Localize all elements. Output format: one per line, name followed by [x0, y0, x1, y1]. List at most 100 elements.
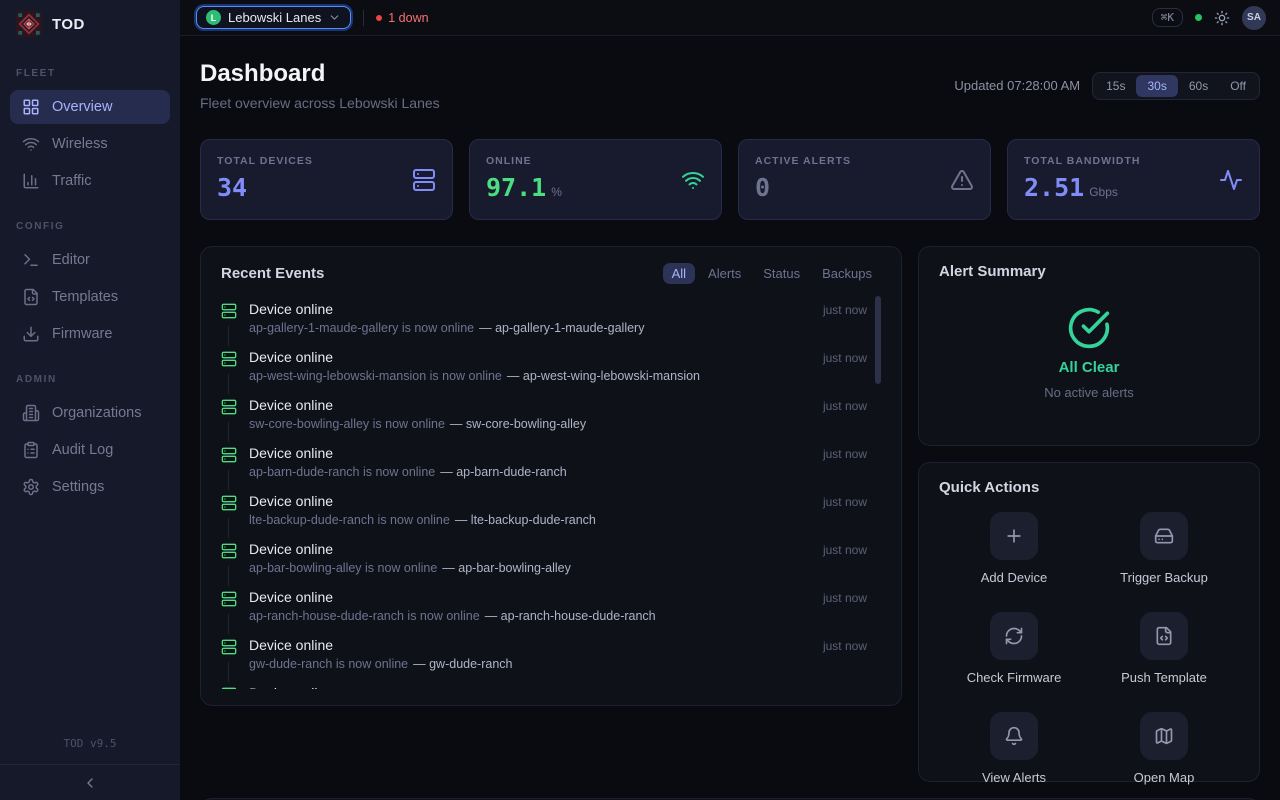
bandwidth-value: 2.51: [1024, 173, 1084, 202]
stat-cards: TOTAL DEVICES 34 ONLINE 97.1 % ACTIVE AL…: [200, 139, 1260, 220]
nav-section-admin: ADMIN: [0, 354, 180, 393]
events-scrollbar-thumb[interactable]: [875, 296, 881, 384]
event-row: Device onlinejust now ap-bar-bowling-all…: [221, 534, 881, 582]
event-row: Device onlinejust now ap-west-wing-lebow…: [221, 342, 881, 390]
event-row: Device onlinejust now ap-barn-dude-ranch…: [221, 438, 881, 486]
sidebar-item-editor[interactable]: Editor: [10, 243, 170, 277]
nav-section-config: CONFIG: [0, 201, 180, 240]
interval-30s-button[interactable]: 30s: [1136, 75, 1177, 97]
file-code-icon: [1154, 626, 1174, 646]
server-icon: [221, 351, 237, 367]
server-icon: [221, 687, 237, 689]
interval-60s-button[interactable]: 60s: [1178, 75, 1219, 97]
event-row: Device onlinejust now: [221, 678, 881, 689]
alert-triangle-icon: [950, 168, 974, 192]
event-row: Device onlinejust now lte-backup-dude-ra…: [221, 486, 881, 534]
server-icon: [221, 399, 237, 415]
online-value: 97.1: [486, 173, 546, 202]
page-title: Dashboard: [200, 60, 440, 88]
org-initial-badge: L: [206, 10, 221, 25]
sidebar: TOD FLEET Overview Wireless Traffic CONF…: [0, 0, 180, 800]
grid-icon: [22, 98, 40, 116]
sidebar-item-organizations[interactable]: Organizations: [10, 396, 170, 430]
theme-toggle-sun-icon[interactable]: [1214, 10, 1230, 26]
check-firmware-button[interactable]: Check Firmware: [939, 612, 1089, 685]
terminal-icon: [22, 251, 40, 269]
tab-alerts[interactable]: Alerts: [699, 263, 750, 284]
sidebar-item-traffic[interactable]: Traffic: [10, 164, 170, 198]
event-row: Device onlinejust now sw-core-bowling-al…: [221, 390, 881, 438]
nav-section-fleet: FLEET: [0, 48, 180, 87]
stat-active-alerts: ACTIVE ALERTS 0: [738, 139, 991, 220]
sidebar-nav: FLEET Overview Wireless Traffic CONFIG E…: [0, 48, 180, 719]
connection-status-dot: [1195, 14, 1202, 21]
plus-icon: [1004, 526, 1024, 546]
interval-15s-button[interactable]: 15s: [1095, 75, 1136, 97]
view-alerts-button[interactable]: View Alerts: [939, 712, 1089, 785]
chevron-down-icon: [328, 11, 341, 24]
trigger-backup-button[interactable]: Trigger Backup: [1089, 512, 1239, 585]
server-icon: [412, 168, 436, 192]
interval-off-button[interactable]: Off: [1219, 75, 1257, 97]
sidebar-collapse-button[interactable]: [0, 764, 180, 800]
brand-name: TOD: [52, 16, 85, 33]
sidebar-item-templates[interactable]: Templates: [10, 280, 170, 314]
bell-icon: [1004, 726, 1024, 746]
tab-all[interactable]: All: [663, 263, 695, 284]
command-palette-button[interactable]: ⌘K: [1152, 8, 1183, 27]
alert-status-text: All Clear: [1059, 359, 1120, 376]
events-list: Device onlinejust now ap-gallery-1-maude…: [221, 294, 881, 689]
total-devices-value: 34: [217, 173, 247, 202]
active-alerts-value: 0: [755, 173, 770, 202]
chevron-left-icon: [82, 775, 98, 791]
clipboard-icon: [22, 441, 40, 459]
sidebar-item-firmware[interactable]: Firmware: [10, 317, 170, 351]
sidebar-item-audit-log[interactable]: Audit Log: [10, 433, 170, 467]
org-selector[interactable]: L Lebowski Lanes: [196, 6, 351, 29]
event-row: Device onlinejust now ap-gallery-1-maude…: [221, 294, 881, 342]
main-content: Dashboard Fleet overview across Lebowski…: [180, 36, 1280, 800]
quick-actions-panel: Quick Actions Add Device Trigger Backup: [918, 462, 1260, 782]
tab-backups[interactable]: Backups: [813, 263, 881, 284]
server-icon: [221, 639, 237, 655]
wifi-icon: [681, 168, 705, 192]
sidebar-item-overview[interactable]: Overview: [10, 90, 170, 124]
wifi-icon: [22, 135, 40, 153]
stat-online: ONLINE 97.1 %: [469, 139, 722, 220]
activity-icon: [1219, 168, 1243, 192]
refresh-interval-control: 15s 30s 60s Off: [1092, 72, 1260, 100]
building-icon: [22, 404, 40, 422]
tab-status[interactable]: Status: [754, 263, 809, 284]
push-template-button[interactable]: Push Template: [1089, 612, 1239, 685]
server-icon: [221, 591, 237, 607]
refresh-icon: [1004, 626, 1024, 646]
right-column: Alert Summary All Clear No active alerts…: [918, 246, 1260, 782]
topbar-divider: [363, 10, 364, 26]
tod-logo-icon: [16, 11, 42, 37]
recent-events-panel: Recent Events All Alerts Status Backups …: [200, 246, 902, 706]
open-map-button[interactable]: Open Map: [1089, 712, 1239, 785]
events-filter-tabs: All Alerts Status Backups: [663, 263, 881, 284]
file-code-icon: [22, 288, 40, 306]
stat-total-bandwidth: TOTAL BANDWIDTH 2.51 Gbps: [1007, 139, 1260, 220]
topbar: L Lebowski Lanes 1 down ⌘K SA: [180, 0, 1280, 36]
sidebar-footer: TOD v9.5: [0, 719, 180, 800]
devices-down-status[interactable]: 1 down: [376, 11, 428, 25]
server-icon: [221, 447, 237, 463]
down-dot-icon: [376, 15, 382, 21]
bar-chart-icon: [22, 172, 40, 190]
sidebar-item-settings[interactable]: Settings: [10, 470, 170, 504]
alert-detail-text: No active alerts: [1044, 385, 1134, 400]
brand: TOD: [0, 0, 180, 48]
recent-events-title: Recent Events: [221, 265, 324, 282]
add-device-button[interactable]: Add Device: [939, 512, 1089, 585]
sidebar-item-wireless[interactable]: Wireless: [10, 127, 170, 161]
map-icon: [1154, 726, 1174, 746]
user-avatar[interactable]: SA: [1242, 6, 1266, 30]
quick-actions-title: Quick Actions: [939, 479, 1239, 496]
download-icon: [22, 325, 40, 343]
circle-check-icon: [1067, 306, 1111, 350]
gear-icon: [22, 478, 40, 496]
stat-total-devices: TOTAL DEVICES 34: [200, 139, 453, 220]
updated-timestamp: Updated 07:28:00 AM: [954, 78, 1080, 93]
